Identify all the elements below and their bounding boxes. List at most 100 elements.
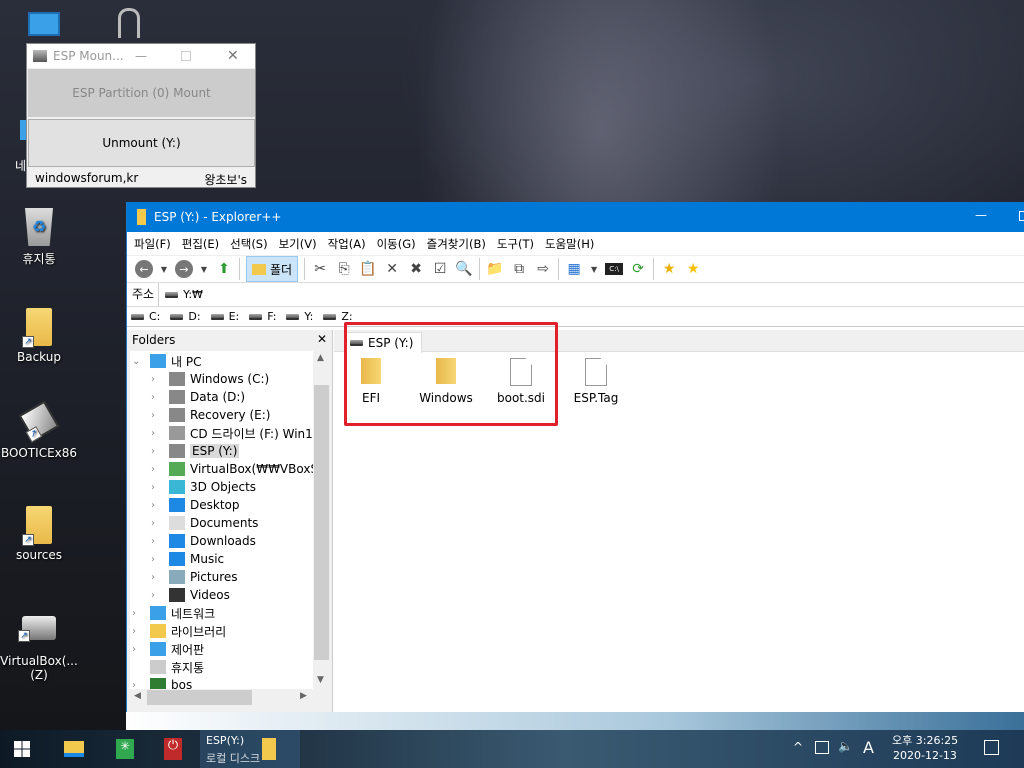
- menu-file[interactable]: 파일(F): [134, 236, 171, 252]
- tree-item-drive[interactable]: › Data (D:): [151, 388, 245, 406]
- maximize-button[interactable]: [181, 51, 191, 61]
- expand-icon[interactable]: ›: [132, 644, 136, 655]
- expand-icon[interactable]: ›: [132, 626, 136, 637]
- volume-tray-icon[interactable]: 🔈: [838, 739, 853, 753]
- tree-item-cd-drive[interactable]: › CD 드라이브 (F:) Win1: [151, 424, 313, 442]
- clock-date[interactable]: 2020-12-13: [893, 749, 957, 762]
- scrollbar-thumb[interactable]: [314, 385, 329, 660]
- menu-tools[interactable]: 도구(T): [497, 236, 534, 252]
- views-dropdown-icon[interactable]: ▼: [589, 260, 599, 278]
- expand-icon[interactable]: ›: [151, 500, 155, 511]
- vertical-scrollbar[interactable]: ▲ ▼: [313, 351, 330, 689]
- desktop-icon-virtualbox[interactable]: ↗ VirtualBox(... (Z): [0, 616, 79, 682]
- expand-icon[interactable]: ›: [151, 428, 155, 439]
- menu-go[interactable]: 이동(G): [377, 236, 416, 252]
- tree-item-control-panel[interactable]: › 제어판: [132, 640, 204, 658]
- action-center-icon[interactable]: [984, 740, 999, 755]
- expand-icon[interactable]: ›: [151, 374, 155, 385]
- views-icon[interactable]: ▦: [565, 260, 583, 278]
- expand-icon[interactable]: ›: [151, 518, 155, 529]
- tree-item-recycle-bin[interactable]: 휴지통: [150, 658, 204, 676]
- search-icon[interactable]: 🔍: [455, 260, 473, 278]
- tree-item-desktop[interactable]: › Desktop: [151, 496, 240, 514]
- tree-item-windows-drive[interactable]: › Windows (C:): [151, 370, 269, 388]
- tree-item-network-drive[interactable]: › VirtualBox(₩₩VBoxSvr: [151, 460, 313, 478]
- properties-icon[interactable]: ☑: [431, 260, 449, 278]
- shutdown-taskbar-icon[interactable]: ⏻: [164, 738, 182, 760]
- file-explorer-taskbar-icon[interactable]: [64, 741, 84, 757]
- menu-help[interactable]: 도움말(H): [545, 236, 594, 252]
- expand-icon[interactable]: ›: [151, 446, 155, 457]
- expand-icon[interactable]: ›: [151, 572, 155, 583]
- scroll-down-icon[interactable]: ▼: [317, 675, 324, 685]
- cut-icon[interactable]: ✂: [311, 260, 329, 278]
- tree-item-music[interactable]: › Music: [151, 550, 224, 568]
- copy-icon[interactable]: ⎘: [335, 260, 353, 278]
- copy-to-icon[interactable]: ⧉: [510, 260, 528, 278]
- taskbar-button-esp[interactable]: ESP(Y:) 로컬 디스크: [200, 730, 300, 768]
- tree-item-libraries[interactable]: › 라이브러리: [132, 622, 226, 640]
- minimize-button[interactable]: —: [975, 208, 987, 222]
- desktop-icon-booticex86[interactable]: ↗ BOOTICEx86: [0, 400, 79, 460]
- forward-icon[interactable]: →: [175, 260, 193, 278]
- tree-item-drive[interactable]: › ESP (Y:): [151, 442, 240, 460]
- move-to-icon[interactable]: ⇨: [534, 260, 552, 278]
- expand-icon[interactable]: ›: [132, 608, 136, 619]
- drive-y-button[interactable]: Y:: [286, 310, 313, 323]
- tree-item-user[interactable]: › bos: [132, 676, 192, 689]
- drive-e-button[interactable]: E:: [210, 310, 239, 323]
- desktop-icon-recycle-bin[interactable]: ♻ 휴지통: [0, 208, 79, 267]
- maximize-button[interactable]: [1019, 211, 1024, 221]
- ime-indicator[interactable]: A: [863, 738, 874, 757]
- expand-icon[interactable]: ›: [151, 482, 155, 493]
- command-prompt-icon[interactable]: C:\: [605, 263, 624, 275]
- bookmarks-icon[interactable]: ★: [684, 260, 702, 278]
- close-button[interactable]: ✕: [227, 48, 239, 64]
- expand-icon[interactable]: ›: [151, 392, 155, 403]
- address-input[interactable]: Y:₩: [183, 288, 203, 301]
- menu-view[interactable]: 보기(V): [279, 236, 317, 252]
- tree-item-pictures[interactable]: › Pictures: [151, 568, 238, 586]
- refresh-icon[interactable]: ⟳: [629, 260, 647, 278]
- drive-f-button[interactable]: F:: [249, 310, 276, 323]
- drive-c-button[interactable]: C:: [131, 310, 160, 323]
- expand-icon[interactable]: ›: [151, 590, 155, 601]
- scrollbar-thumb[interactable]: [147, 690, 252, 705]
- expand-icon[interactable]: ›: [151, 554, 155, 565]
- minimize-button[interactable]: —: [135, 49, 147, 63]
- back-icon[interactable]: ←: [135, 260, 153, 278]
- paste-icon[interactable]: 📋: [359, 260, 377, 278]
- expand-icon[interactable]: ›: [132, 680, 136, 690]
- tree-item-videos[interactable]: › Videos: [151, 586, 230, 604]
- this-pc-icon[interactable]: [28, 12, 60, 36]
- delete-icon[interactable]: ✕: [383, 260, 401, 278]
- desktop-icon-sources[interactable]: ↗ sources: [0, 506, 79, 562]
- scroll-right-icon[interactable]: ▶: [300, 691, 307, 701]
- tree-item-documents[interactable]: › Documents: [151, 514, 258, 532]
- tree-item-3d-objects[interactable]: › 3D Objects: [151, 478, 256, 496]
- folders-button[interactable]: 폴더: [246, 256, 299, 282]
- horizontal-scrollbar[interactable]: ◀ ▶: [130, 689, 313, 706]
- expand-icon[interactable]: ›: [151, 536, 155, 547]
- tree-item-this-pc[interactable]: ⌄ 내 PC: [132, 352, 201, 370]
- delete-permanently-icon[interactable]: ✖: [407, 260, 425, 278]
- up-folder-icon[interactable]: ⬆: [215, 260, 233, 278]
- menu-select[interactable]: 선택(S): [230, 236, 267, 252]
- expand-icon[interactable]: ›: [151, 464, 155, 475]
- collapse-icon[interactable]: ⌄: [132, 356, 140, 367]
- file-item-esp-tag[interactable]: ESP.Tag: [561, 358, 631, 405]
- scroll-left-icon[interactable]: ◀: [134, 691, 141, 701]
- scroll-up-icon[interactable]: ▲: [317, 353, 324, 363]
- menu-actions[interactable]: 작업(A): [328, 236, 366, 252]
- network-tool-taskbar-icon[interactable]: ✳: [116, 739, 134, 759]
- desktop-icon-backup[interactable]: ↗ Backup: [0, 308, 79, 364]
- back-dropdown-icon[interactable]: ▼: [159, 260, 169, 278]
- add-bookmark-icon[interactable]: ★: [660, 260, 678, 278]
- tree-item-downloads[interactable]: › Downloads: [151, 532, 256, 550]
- new-folder-icon[interactable]: 📁: [486, 260, 504, 278]
- forward-dropdown-icon[interactable]: ▼: [199, 260, 209, 278]
- network-tray-icon[interactable]: [815, 741, 829, 754]
- expand-icon[interactable]: ›: [151, 410, 155, 421]
- drive-d-button[interactable]: D:: [170, 310, 201, 323]
- clock-time[interactable]: 오후 3:26:25: [892, 732, 958, 748]
